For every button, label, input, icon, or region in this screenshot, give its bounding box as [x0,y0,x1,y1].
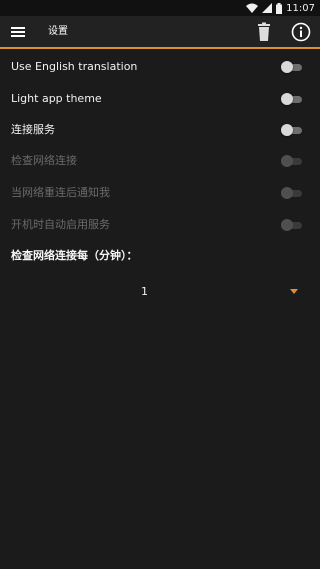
switch-thumb [281,61,293,73]
switch-thumb [281,155,293,167]
connect-service-switch[interactable] [281,123,303,137]
setting-label: 检查网络连接 [11,154,77,167]
setting-label: Use English translation [11,60,138,73]
toolbar-accent-line [0,47,320,49]
status-icons: 11:07 [246,1,315,15]
notify-reconnect-switch [281,186,303,200]
setting-row-light-theme[interactable]: Light app theme [0,83,320,115]
setting-label: 连接服务 [11,123,55,136]
setting-label: 开机时自动启用服务 [11,218,110,231]
setting-row-connect-service[interactable]: 连接服务 [0,114,320,146]
dropdown-arrow-icon [290,289,298,294]
setting-row-check-network: 检查网络连接 [0,145,320,177]
start-on-boot-switch [281,218,303,232]
trash-icon[interactable] [255,22,273,42]
interval-section-title: 检查网络连接每（分钟）： [11,249,138,262]
light-theme-switch[interactable] [281,92,303,106]
status-bar: 11:07 [0,0,320,16]
page-title: 设置 [48,26,68,37]
switch-thumb [281,124,293,136]
wifi-icon [246,3,259,13]
switch-thumb [281,187,293,199]
setting-label: 当网络重连后通知我 [11,186,110,199]
switch-thumb [281,93,293,105]
setting-row-start-on-boot: 开机时自动启用服务 [0,209,320,241]
hamburger-menu-icon[interactable] [9,23,27,41]
setting-label: Light app theme [11,92,102,105]
setting-row-notify-reconnect: 当网络重连后通知我 [0,177,320,209]
status-time: 11:07 [286,2,315,14]
interval-dropdown[interactable]: 1 [0,280,320,304]
interval-selected-value: 1 [141,285,148,298]
signal-icon [262,3,273,13]
check-network-switch [281,154,303,168]
switch-thumb [281,219,293,231]
english-translation-switch[interactable] [281,60,303,74]
setting-row-english-translation[interactable]: Use English translation [0,51,320,83]
info-icon[interactable] [291,22,311,42]
battery-icon [276,2,283,14]
